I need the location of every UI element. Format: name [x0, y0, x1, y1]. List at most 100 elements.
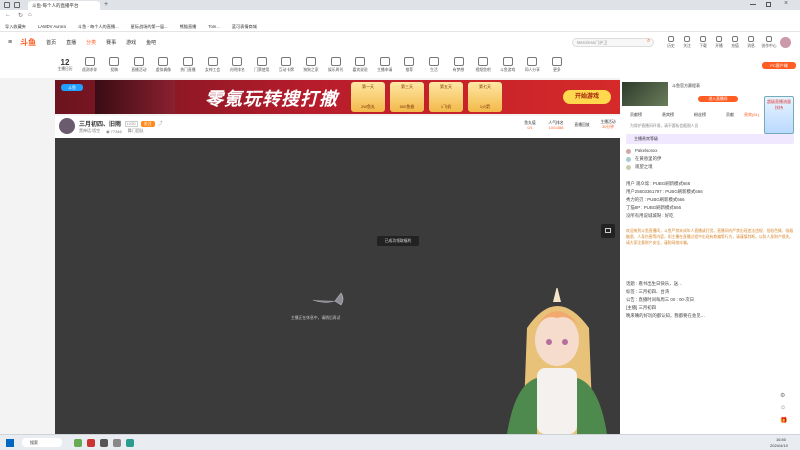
minimize-icon[interactable] — [750, 4, 756, 5]
category-item[interactable]: 同人分享 — [521, 57, 543, 73]
category-item[interactable]: 门票使用 — [251, 57, 273, 73]
back-icon[interactable]: ← — [5, 12, 11, 18]
bookmark-5[interactable]: 熊猫直播 — [180, 24, 197, 30]
streamer-avatar[interactable] — [59, 118, 75, 134]
tab-contribution[interactable]: 贡献榜 — [630, 112, 642, 118]
bookmark-4[interactable]: 星际战场的第一届... — [131, 24, 168, 30]
bookmark-2[interactable]: LAMDV Aurora — [38, 24, 66, 29]
category-item[interactable]: 遥测求伴 — [79, 57, 101, 73]
search-icon[interactable]: ⌕ — [647, 38, 650, 45]
category-item[interactable]: 光明排名 — [226, 57, 248, 73]
room-tags: 话题 : 看书出生日快乐，送… 标签 : 三月初四、台湾 公告 : 直播时间每周… — [626, 280, 794, 304]
close-icon[interactable]: × — [784, 0, 788, 7]
refresh-icon[interactable]: ↻ — [18, 12, 23, 19]
category-item[interactable]: 推荐 — [398, 57, 420, 73]
category-item[interactable]: 斗鱼游戏 — [497, 57, 519, 73]
category-item[interactable]: 有梦想 — [448, 57, 470, 73]
taskbar-app-5[interactable] — [126, 438, 134, 447]
taskbar-search[interactable]: 搜索 — [22, 438, 62, 447]
player-side-button[interactable] — [601, 224, 615, 238]
bookmark-3[interactable]: 斗鱼 - 每个人的直播... — [78, 24, 119, 30]
nav-games[interactable]: 游戏 — [126, 39, 136, 46]
nav-matches[interactable]: 赛事 — [106, 39, 116, 46]
tab-douyu[interactable]: 斗鱼·每个人的直播平台 — [28, 1, 100, 10]
category-label: 门票使用 — [254, 68, 270, 72]
new-tab-button[interactable]: + — [104, 1, 108, 8]
promo-thumb[interactable] — [622, 82, 668, 106]
calendar-item[interactable]: 12 主播日历 — [54, 58, 76, 72]
category-item[interactable]: 生活 — [423, 57, 445, 73]
promo-enter-button[interactable]: 进入直播间 — [698, 96, 738, 102]
stat-yuwan[interactable]: 鱼丸值 0/1 — [519, 121, 541, 130]
category-item[interactable]: 狗狗之家 — [300, 57, 322, 73]
search-input[interactable]: MercIless门护卫 — [572, 38, 654, 47]
stat-rank[interactable]: 人气排名 10/1/388 — [545, 121, 567, 130]
video-player[interactable]: 已成功领取福利 主播正在休息中，请稍后再试 — [55, 138, 621, 434]
hamburger-menu-icon[interactable]: ≡ — [8, 39, 12, 46]
pc-client-button[interactable]: PC客户端 — [762, 62, 796, 69]
tab-list-icon[interactable] — [14, 2, 20, 8]
rank-row[interactable]: 在黄昏里的伊 — [626, 155, 794, 163]
promo-banner[interactable]: 斗鱼 零氪玩转搜打撤 第一天 2W鱼丸 第三天 500鱼翅 第五天 1飞机 第七天 1火… — [55, 80, 620, 114]
nav-yuba[interactable]: 鱼吧 — [146, 39, 156, 46]
tab-gift[interactable]: 贡献 — [726, 112, 734, 118]
category-item[interactable]: 嘉宾说说 — [349, 57, 371, 73]
tab-guests[interactable]: 贵宾(61) — [744, 112, 759, 118]
fans-label[interactable]: 舞门团队 — [128, 128, 144, 134]
bookmark-7[interactable]: 蓝可表情商城 — [232, 24, 257, 30]
settings-icon[interactable]: ⚙ — [780, 392, 787, 399]
start-icon[interactable] — [6, 438, 14, 447]
bookmark-6[interactable]: Tom... — [208, 24, 219, 29]
floating-ad[interactable]: 超级直播流量扶持 — [764, 96, 794, 134]
share-icon[interactable]: ⤴ — [158, 120, 163, 127]
room-category[interactable]: 黑神话:悟空 — [79, 128, 100, 134]
taskbar-app-3[interactable] — [100, 438, 108, 447]
nav-category[interactable]: 分类 — [86, 39, 96, 46]
user-menu-history[interactable]: 历史 — [664, 36, 678, 49]
start-game-button[interactable]: 开始游戏 — [563, 90, 611, 104]
category-item[interactable]: 热门直播 — [177, 57, 199, 73]
category-item[interactable]: 直播活动 — [128, 57, 150, 73]
tab-fans[interactable]: 粉丝榜 — [694, 112, 706, 118]
room-header: 三月初四、旧雨 LV20 关注 ⤴ 黑神话:悟空 ◉ 77346 舞门团队 鱼丸… — [55, 116, 620, 138]
category-item[interactable]: 投稿 — [103, 57, 125, 73]
bookmark-1[interactable]: 导入收藏夹 — [5, 24, 26, 30]
rank-row[interactable]: 观望之境 — [626, 163, 794, 171]
site-logo[interactable]: 斗鱼 — [20, 37, 36, 48]
category-item[interactable]: 互动卡牌 — [275, 57, 297, 73]
clock-time[interactable]: 16:50 — [776, 437, 786, 442]
category-item[interactable]: 娱乐周刊 — [325, 57, 347, 73]
tab-vip[interactable]: 贵宾榜 — [662, 112, 674, 118]
category-icon — [305, 57, 316, 66]
nav-home[interactable]: 首页 — [46, 39, 56, 46]
category-item[interactable]: 主播申请 — [374, 57, 396, 73]
taskbar-app-4[interactable] — [113, 438, 121, 447]
clock-date[interactable]: 2024/4/10 — [770, 443, 788, 448]
category-icon — [379, 57, 390, 66]
follow-button[interactable]: 关注 — [140, 120, 155, 127]
user-menu-download[interactable]: 下载 — [696, 36, 710, 49]
rank-row[interactable]: Pakelsonxx — [626, 147, 794, 155]
browser-tab-bar: 斗鱼·每个人的直播平台 + × — [0, 0, 800, 10]
taskbar-app-1[interactable] — [74, 438, 82, 447]
avatar[interactable] — [780, 37, 791, 48]
user-menu-messages[interactable]: 消息 — [744, 36, 758, 49]
user-menu-follow[interactable]: 关注 — [680, 36, 694, 49]
category-item[interactable]: 虚拟偶像 — [152, 57, 174, 73]
category-icon — [404, 57, 415, 66]
user-menu-broadcast[interactable]: 开播 — [712, 36, 726, 49]
tab-actions-icon[interactable] — [4, 2, 10, 8]
stat-replay[interactable]: 直播回放 — [571, 119, 593, 131]
stat-activity[interactable]: 主播活动 30分钟 — [597, 120, 619, 130]
category-item[interactable]: 更多 — [546, 57, 568, 73]
maximize-icon[interactable] — [766, 2, 771, 7]
emoji-icon[interactable]: ☺ — [780, 405, 787, 411]
gift-icon[interactable]: 🎁 — [780, 417, 787, 424]
category-item[interactable]: 女神工会 — [202, 57, 224, 73]
taskbar-app-2[interactable] — [87, 438, 95, 447]
nav-live[interactable]: 直播 — [66, 39, 76, 46]
user-menu-creator[interactable]: 创作中心 — [760, 36, 778, 49]
category-item[interactable]: 视频鱼吧 — [472, 57, 494, 73]
home-icon[interactable]: ⌂ — [28, 12, 32, 18]
user-menu-recharge[interactable]: 充值 — [728, 36, 742, 49]
